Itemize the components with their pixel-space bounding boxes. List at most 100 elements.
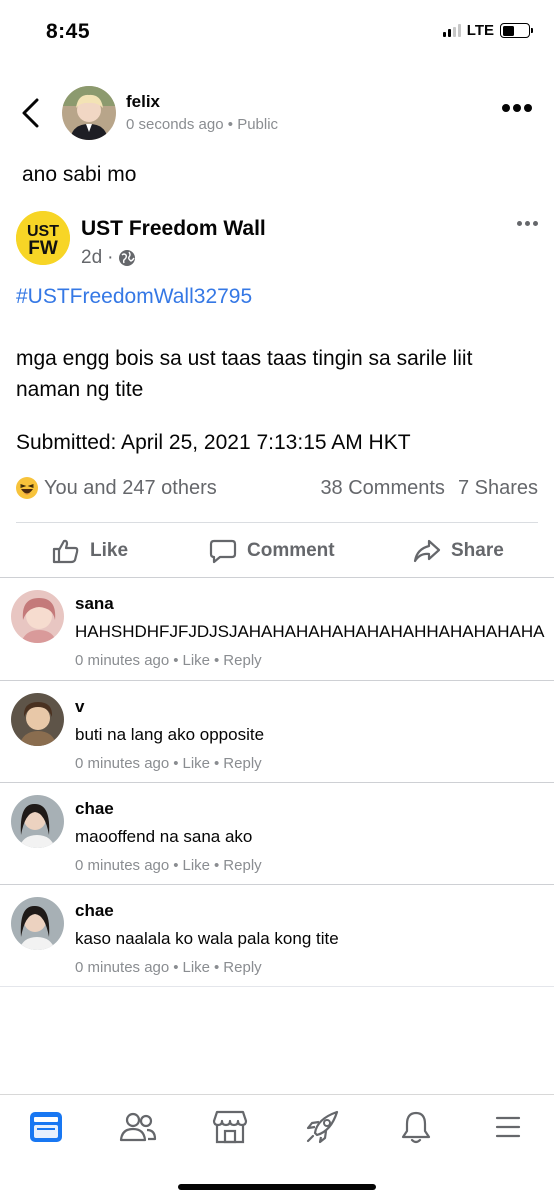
comment-reply-link[interactable]: Reply xyxy=(223,755,261,772)
comments-count[interactable]: 38 Comments xyxy=(320,477,445,500)
reactions-summary[interactable]: You and 247 others xyxy=(44,477,217,500)
comment-item: chae maooffend na sana ako 0 minutes ago… xyxy=(0,783,554,885)
rocket-icon xyxy=(306,1110,339,1144)
shared-post-body: mga engg bois sa ust taas taas tingin sa… xyxy=(16,347,473,401)
post-meta: 0 seconds ago • Public xyxy=(126,116,278,133)
back-arrow-icon xyxy=(22,98,39,128)
tab-gaming[interactable] xyxy=(302,1107,342,1147)
divider xyxy=(0,986,554,987)
commenter-name[interactable]: chae xyxy=(75,901,114,921)
friends-icon xyxy=(119,1112,157,1142)
back-button[interactable] xyxy=(18,96,44,130)
commenter-avatar[interactable] xyxy=(11,897,64,950)
comment-like-link[interactable]: Like xyxy=(183,652,211,669)
commenter-avatar[interactable] xyxy=(11,590,64,643)
author-name[interactable]: felix xyxy=(126,92,160,112)
status-bar: 8:45 LTE xyxy=(0,0,554,64)
avatar-photo xyxy=(62,86,116,140)
globe-icon xyxy=(119,250,136,266)
comment-time: 0 minutes ago xyxy=(75,755,170,772)
comment-bubble-icon xyxy=(209,539,237,564)
bell-icon xyxy=(401,1111,431,1144)
more-dots-icon xyxy=(502,104,510,112)
logo-text-bottom: FW xyxy=(28,238,58,259)
comment-text: maooffend na sana ako xyxy=(75,827,253,846)
avatar-photo xyxy=(11,795,64,848)
avatar-photo xyxy=(11,897,64,950)
comment-label: Comment xyxy=(247,540,335,561)
avatar-photo xyxy=(11,590,64,643)
commenter-avatar[interactable] xyxy=(11,795,64,848)
comment-meta: 0 minutes ago • Like • Reply xyxy=(75,857,262,874)
commenter-name[interactable]: v xyxy=(75,697,84,717)
comment-button[interactable]: Comment xyxy=(209,528,335,574)
bottom-navigation xyxy=(0,1094,554,1200)
submitted-line: Submitted: April 25, 2021 7:13:15 AM HKT xyxy=(16,431,411,454)
comment-like-link[interactable]: Like xyxy=(183,755,211,772)
ust-fw-logo: UST FW xyxy=(16,211,70,265)
comment-text: HAHSHDHFJFJDJSJAHAHAHAHAHAHAHAHHAHAHAHAH… xyxy=(75,622,545,641)
page-logo[interactable]: UST FW xyxy=(16,211,70,265)
author-avatar[interactable] xyxy=(62,86,116,140)
tab-notifications[interactable] xyxy=(396,1107,436,1147)
reactions-row: You and 247 others 38 Comments 7 Shares xyxy=(0,472,554,506)
comment-meta: 0 minutes ago • Like • Reply xyxy=(75,959,262,976)
post-privacy: Public xyxy=(237,116,279,133)
divider xyxy=(16,522,538,523)
hamburger-menu-icon xyxy=(495,1116,521,1138)
comment-reply-link[interactable]: Reply xyxy=(223,857,261,874)
thumbs-up-icon xyxy=(52,539,79,564)
shares-count[interactable]: 7 Shares xyxy=(458,477,538,500)
comment-item: sana HAHSHDHFJFJDJSJAHAHAHAHAHAHAHAHHAHA… xyxy=(0,578,554,680)
status-indicators: LTE xyxy=(442,22,533,39)
tab-marketplace[interactable] xyxy=(210,1107,250,1147)
share-arrow-icon xyxy=(413,539,441,563)
like-button[interactable]: Like xyxy=(52,528,128,574)
share-button[interactable]: Share xyxy=(413,528,504,574)
comment-text: buti na lang ako opposite xyxy=(75,725,265,744)
action-bar: Like Comment Share xyxy=(0,528,554,574)
tab-menu[interactable] xyxy=(488,1107,528,1147)
more-dots-icon xyxy=(517,221,522,226)
status-time: 8:45 xyxy=(46,20,91,43)
comment-reply-link[interactable]: Reply xyxy=(223,959,261,976)
post-header: felix 0 seconds ago • Public xyxy=(0,84,554,144)
shared-post-more-button[interactable] xyxy=(517,221,538,226)
comment-meta: 0 minutes ago • Like • Reply xyxy=(75,652,262,669)
tab-news-feed[interactable] xyxy=(26,1107,66,1147)
avatar-photo xyxy=(11,693,64,746)
tab-friends[interactable] xyxy=(118,1107,158,1147)
post-timestamp: 0 seconds ago xyxy=(126,116,224,133)
commenter-avatar[interactable] xyxy=(11,693,64,746)
news-feed-icon xyxy=(30,1112,62,1142)
meta-separator: • xyxy=(227,116,234,133)
shared-post-meta: 2d · xyxy=(81,247,136,269)
marketplace-icon xyxy=(212,1110,248,1144)
comment-meta: 0 minutes ago • Like • Reply xyxy=(75,755,262,772)
haha-reaction-icon xyxy=(16,477,38,499)
meta-separator: · xyxy=(107,247,114,268)
battery-icon xyxy=(500,23,533,38)
comment-reply-link[interactable]: Reply xyxy=(223,652,261,669)
comment-time: 0 minutes ago xyxy=(75,959,170,976)
comment-item: v buti na lang ako opposite 0 minutes ag… xyxy=(0,681,554,783)
page-name[interactable]: UST Freedom Wall xyxy=(81,217,266,241)
home-indicator[interactable] xyxy=(178,1184,376,1190)
comment-time: 0 minutes ago xyxy=(75,652,170,669)
share-label: Share xyxy=(451,540,504,561)
post-more-options-button[interactable] xyxy=(502,104,532,112)
cellular-signal-icon xyxy=(442,24,461,37)
commenter-name[interactable]: sana xyxy=(75,594,114,614)
post-text: ano sabi mo xyxy=(22,163,137,186)
engagement-counts: 38 Comments 7 Shares xyxy=(320,477,538,500)
comment-item: chae kaso naalala ko wala pala kong tite… xyxy=(0,885,554,987)
comment-time: 0 minutes ago xyxy=(75,857,170,874)
like-label: Like xyxy=(90,540,129,561)
commenter-name[interactable]: chae xyxy=(75,799,114,819)
shared-post-time: 2d xyxy=(81,247,103,268)
comment-like-link[interactable]: Like xyxy=(183,959,211,976)
hashtag-link[interactable]: #USTFreedomWall32795 xyxy=(16,285,252,309)
comment-text: kaso naalala ko wala pala kong tite xyxy=(75,929,339,948)
comment-like-link[interactable]: Like xyxy=(183,857,211,874)
network-type: LTE xyxy=(466,22,494,39)
